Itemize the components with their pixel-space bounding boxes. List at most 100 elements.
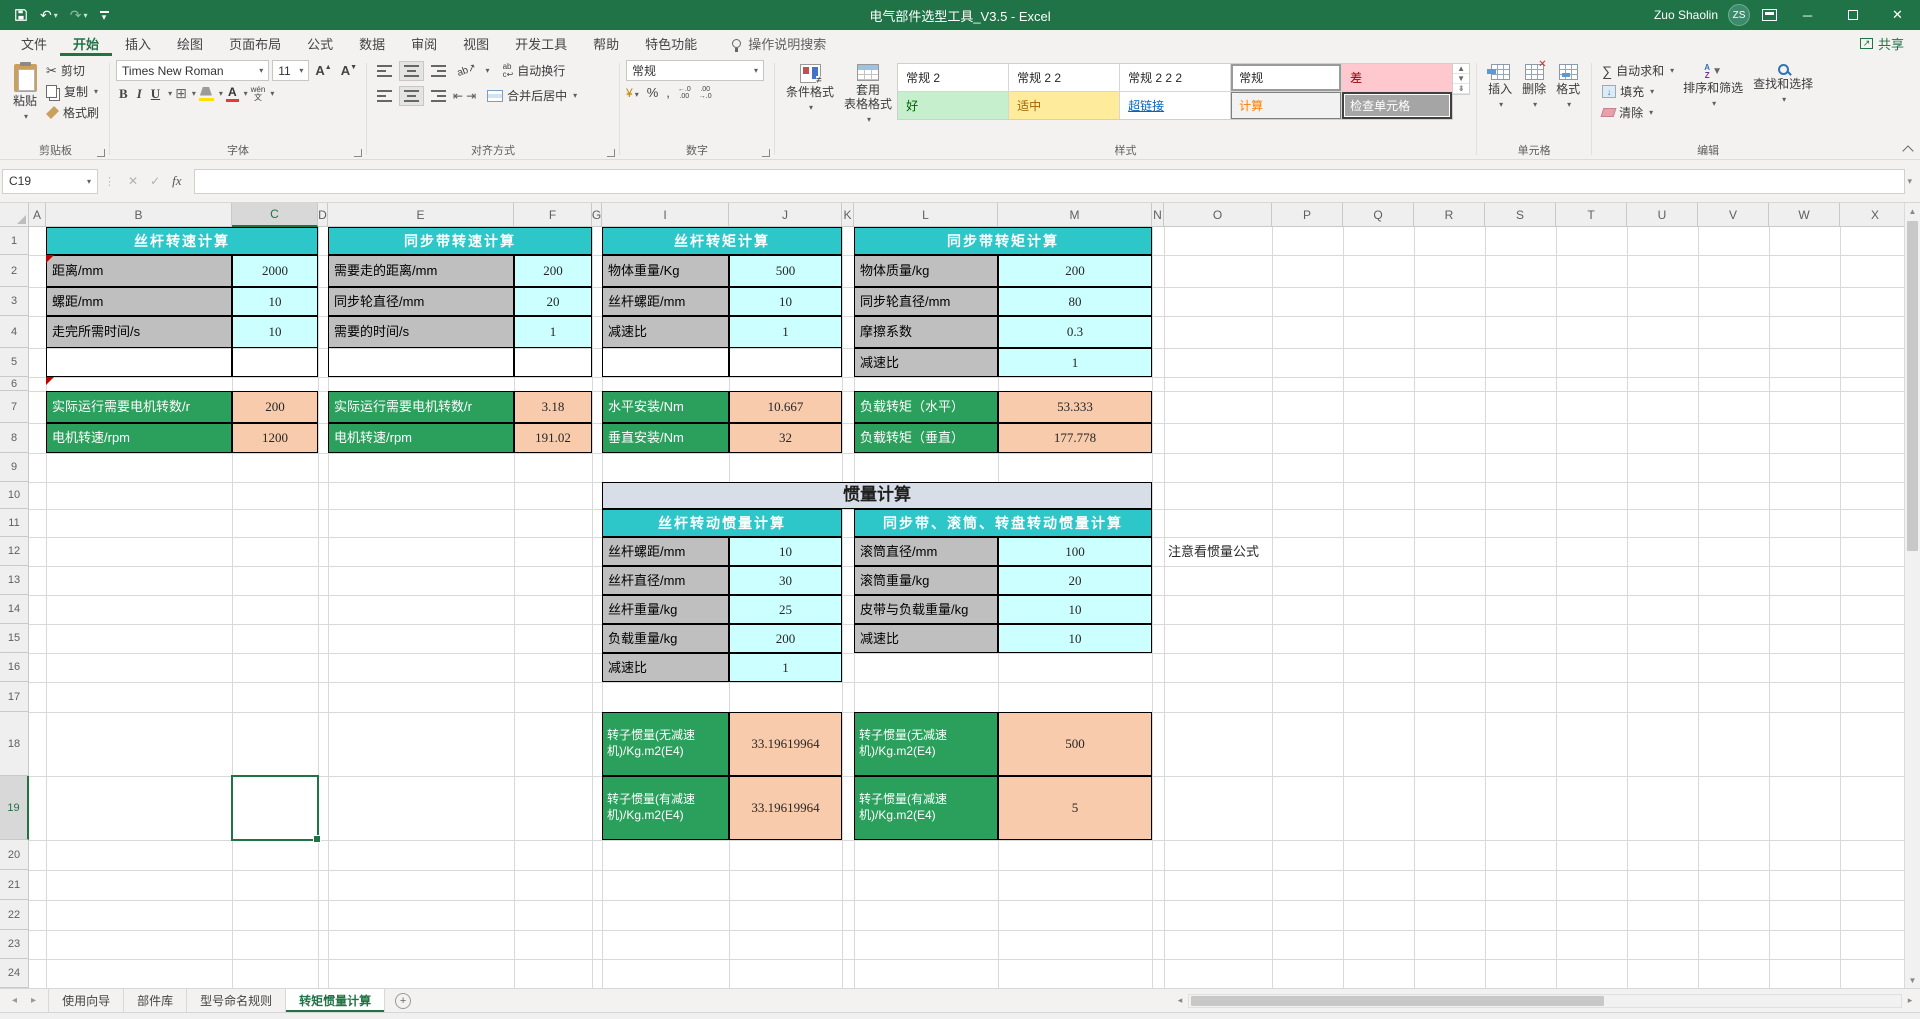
cell-B8[interactable]: 电机转速/rpm xyxy=(46,423,232,453)
row-header-4[interactable]: 4 xyxy=(0,316,29,348)
cell-M8[interactable]: 177.778 xyxy=(998,423,1152,453)
cell-J7[interactable]: 10.667 xyxy=(729,391,842,423)
fill-color-icon[interactable] xyxy=(199,87,214,101)
cell-L14[interactable]: 皮带与负载重量/kg xyxy=(854,595,998,624)
add-sheet-button[interactable]: + xyxy=(395,993,411,1009)
cell-I5[interactable] xyxy=(602,348,729,377)
row-header-8[interactable]: 8 xyxy=(0,423,29,453)
cell-I2[interactable]: 物体重量/Kg xyxy=(602,255,729,287)
row-header-16[interactable]: 16 xyxy=(0,653,29,682)
cell-B3[interactable]: 螺距/mm xyxy=(46,287,232,316)
menu-tab-页面布局[interactable]: 页面布局 xyxy=(216,30,294,56)
cell-C4[interactable]: 10 xyxy=(232,316,318,348)
sort-filter-button[interactable]: AZ▼ 排序和筛选 ▾ xyxy=(1678,60,1748,112)
cell-J18[interactable]: 33.19619964 xyxy=(729,712,842,776)
undo-icon[interactable]: ↶▾ xyxy=(40,7,58,24)
maximize-button[interactable] xyxy=(1830,0,1875,30)
cell-F4[interactable]: 1 xyxy=(514,316,592,348)
save-icon[interactable] xyxy=(14,8,28,22)
select-all-button[interactable] xyxy=(0,203,29,227)
horizontal-scrollbar[interactable]: ◂ ▸ xyxy=(1172,989,1920,1012)
cell-M12[interactable]: 100 xyxy=(998,537,1152,566)
tell-me-search[interactable]: 操作说明搜索 xyxy=(732,34,826,53)
cell-C8[interactable]: 1200 xyxy=(232,423,318,453)
cell-F3[interactable]: 20 xyxy=(514,287,592,316)
collapse-ribbon-icon[interactable] xyxy=(1902,145,1913,156)
cell-C7[interactable]: 200 xyxy=(232,391,318,423)
orientation-icon[interactable]: ab↗ xyxy=(453,61,481,81)
cell-J8[interactable]: 32 xyxy=(729,423,842,453)
cell-style-检查单元格[interactable]: 检查单元格 xyxy=(1342,92,1452,119)
cell-style-常规[interactable]: 常规 xyxy=(1231,64,1341,91)
cell-style-好[interactable]: 好 xyxy=(898,92,1008,119)
number-format-select[interactable]: 常规▾ xyxy=(626,60,764,81)
column-header-N[interactable]: N xyxy=(1152,203,1164,227)
sheet-tab-型号命名规则[interactable]: 型号命名规则 xyxy=(187,989,286,1012)
column-header-L[interactable]: L xyxy=(854,203,998,227)
user-name[interactable]: Zuo Shaolin xyxy=(1654,8,1718,22)
cell-M19[interactable]: 5 xyxy=(998,776,1152,840)
cell-L4[interactable]: 摩擦系数 xyxy=(854,316,998,348)
cell-style-常规 2 2[interactable]: 常规 2 2 xyxy=(1009,64,1119,91)
row-header-20[interactable]: 20 xyxy=(0,840,29,870)
cell-F2[interactable]: 200 xyxy=(514,255,592,287)
column-header-P[interactable]: P xyxy=(1272,203,1343,227)
font-name-select[interactable]: Times New Roman▾ xyxy=(116,60,269,81)
row-header-5[interactable]: 5 xyxy=(0,348,29,377)
gallery-up-icon[interactable]: ▲ xyxy=(1453,64,1469,74)
cell-style-适中[interactable]: 适中 xyxy=(1009,92,1119,119)
cell-I19[interactable]: 转子惯量(有减速机)/Kg.m2(E4) xyxy=(602,776,729,840)
cell-J12[interactable]: 10 xyxy=(729,537,842,566)
cell-L8[interactable]: 负载转矩（垂直） xyxy=(854,423,998,453)
dialog-launcher-icon[interactable] xyxy=(762,149,770,157)
row-header-11[interactable]: 11 xyxy=(0,509,29,537)
cell-J16[interactable]: 1 xyxy=(729,653,842,682)
clear-button[interactable]: 清除▾ xyxy=(1598,102,1678,123)
cell-J15[interactable]: 200 xyxy=(729,624,842,653)
menu-tab-开发工具[interactable]: 开发工具 xyxy=(502,30,580,56)
cut-button[interactable]: ✂剪切 xyxy=(42,60,103,81)
increase-indent-icon[interactable]: ⇥ xyxy=(466,89,476,103)
column-header-K[interactable]: K xyxy=(842,203,854,227)
phonetic-guide-icon[interactable]: wén文 xyxy=(251,86,266,102)
row-header-15[interactable]: 15 xyxy=(0,624,29,653)
cell-B4[interactable]: 走完所需时间/s xyxy=(46,316,232,348)
row-header-23[interactable]: 23 xyxy=(0,930,29,959)
column-header-T[interactable]: T xyxy=(1556,203,1627,227)
column-header-M[interactable]: M xyxy=(998,203,1152,227)
align-center-icon[interactable] xyxy=(399,86,424,106)
sheet-tab-部件库[interactable]: 部件库 xyxy=(124,989,187,1012)
bold-button[interactable]: B xyxy=(116,86,131,102)
cell-L18[interactable]: 转子惯量(无减速机)/Kg.m2(E4) xyxy=(854,712,998,776)
column-header-A[interactable]: A xyxy=(29,203,46,227)
dialog-launcher-icon[interactable] xyxy=(607,149,615,157)
sheet-tab-转矩惯量计算[interactable]: 转矩惯量计算 xyxy=(286,989,385,1012)
cell-M7[interactable]: 53.333 xyxy=(998,391,1152,423)
menu-tab-开始[interactable]: 开始 xyxy=(60,30,112,56)
minimize-button[interactable]: ─ xyxy=(1785,0,1830,30)
merge-center-button[interactable]: 合并后居中▾ xyxy=(483,85,581,106)
underline-button[interactable]: U xyxy=(148,86,163,102)
scroll-right-icon[interactable]: ▸ xyxy=(1902,995,1918,1006)
menu-tab-公式[interactable]: 公式 xyxy=(294,30,346,56)
cell-E2[interactable]: 需要走的距离/mm xyxy=(328,255,514,287)
cell-B5[interactable] xyxy=(46,348,232,377)
column-header-S[interactable]: S xyxy=(1485,203,1556,227)
percent-icon[interactable]: % xyxy=(647,85,659,100)
font-size-select[interactable]: 11▾ xyxy=(272,60,309,81)
cell-I16[interactable]: 减速比 xyxy=(602,653,729,682)
sheet-nav-right-icon[interactable]: ▸ xyxy=(31,995,36,1006)
dialog-launcher-icon[interactable] xyxy=(97,149,105,157)
column-header-D[interactable]: D xyxy=(318,203,328,227)
cell-E8[interactable]: 电机转速/rpm xyxy=(328,423,514,453)
cell-B7[interactable]: 实际运行需要电机转数/r xyxy=(46,391,232,423)
decrease-decimal-icon[interactable]: .00→.0 xyxy=(699,86,712,100)
row-header-1[interactable]: 1 xyxy=(0,227,29,255)
cell-I8[interactable]: 垂直安装/Nm xyxy=(602,423,729,453)
format-cells-button[interactable]: 格式 ▾ xyxy=(1551,60,1585,113)
cell-L12[interactable]: 滚筒直径/mm xyxy=(854,537,998,566)
cell-style-超链接[interactable]: 超链接 xyxy=(1120,92,1230,119)
cell-style-差[interactable]: 差 xyxy=(1342,64,1452,91)
align-top-icon[interactable] xyxy=(373,61,396,81)
cell-style-常规 2 2 2[interactable]: 常规 2 2 2 xyxy=(1120,64,1230,91)
